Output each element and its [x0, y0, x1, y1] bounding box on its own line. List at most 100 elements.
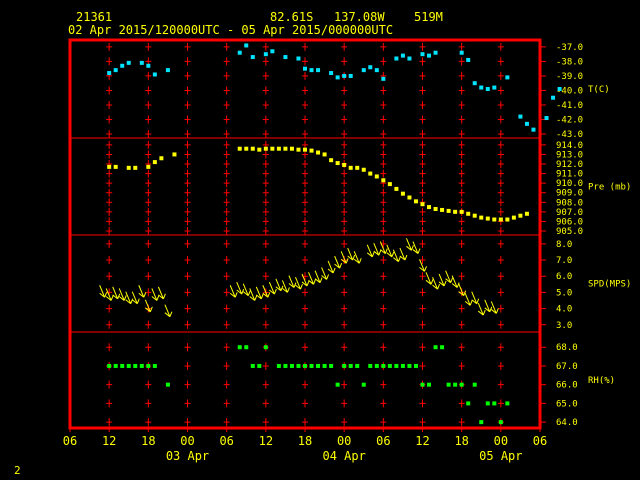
- grid-cross: [380, 288, 387, 297]
- humidity-point: [244, 345, 249, 350]
- grid-cross: [223, 304, 230, 313]
- wind-arrow: [295, 276, 303, 290]
- temperature-point: [250, 55, 255, 60]
- grid-cross: [302, 169, 308, 178]
- humidity-point: [250, 363, 255, 368]
- grid-cross: [223, 207, 230, 216]
- wind-arrow: [392, 249, 401, 263]
- grid-cross: [419, 239, 426, 248]
- pressure-point: [146, 164, 151, 169]
- pressure-point: [322, 152, 327, 157]
- y-tick-label: -37.0: [556, 43, 583, 53]
- humidity-point: [146, 363, 151, 368]
- grid-cross: [106, 380, 113, 389]
- pressure-point: [472, 213, 477, 218]
- grid-cross: [380, 188, 387, 197]
- grid-cross: [262, 42, 269, 51]
- grid-cross: [302, 57, 308, 66]
- y-tick-label: 64.0: [556, 418, 578, 428]
- humidity-point: [107, 363, 112, 368]
- grid-cross: [145, 272, 152, 281]
- grid-cross: [223, 256, 230, 265]
- grid-cross: [380, 227, 387, 235]
- wind-arrow: [151, 288, 160, 301]
- temperature-point: [120, 63, 125, 68]
- x-tick-label: 00: [337, 434, 351, 448]
- grid-cross: [458, 71, 465, 80]
- grid-cross: [458, 160, 465, 169]
- wind-arrow: [484, 299, 493, 313]
- humidity-point: [139, 363, 144, 368]
- grid-cross: [497, 42, 504, 51]
- y-tick-label: -41.0: [556, 101, 583, 111]
- panel-pressure: 914.0913.0912.0911.0910.0909.0908.0907.0…: [106, 141, 631, 237]
- grid-cross: [145, 86, 152, 95]
- grid-cross: [497, 179, 504, 188]
- grid-cross: [106, 217, 113, 226]
- grid-cross: [419, 42, 426, 51]
- wind-arrow: [464, 293, 473, 306]
- grid-cross: [419, 399, 426, 408]
- grid-cross: [419, 418, 426, 427]
- grid-cross: [145, 188, 152, 197]
- meteogram-chart: -37.0-38.0-39.0-40.0-41.0-42.0-43.0T(C)9…: [63, 38, 631, 463]
- grid-cross: [380, 130, 387, 138]
- grid-cross: [341, 343, 348, 352]
- wind-arrow: [412, 241, 421, 254]
- grid-cross: [262, 150, 269, 159]
- temperature-point: [342, 73, 347, 78]
- grid-cross: [184, 115, 191, 124]
- x-tick-label: 06: [63, 434, 77, 448]
- wind-arrow: [255, 286, 264, 300]
- x-tick-label: 12: [102, 434, 116, 448]
- pressure-point: [361, 167, 366, 172]
- grid-cross: [497, 320, 504, 329]
- wind-arrow: [314, 270, 323, 284]
- wind-arrow: [157, 286, 166, 300]
- grid-cross: [302, 239, 308, 248]
- wind-arrow: [229, 285, 238, 298]
- y-tick-label: -43.0: [556, 130, 583, 140]
- temperature-point: [492, 85, 497, 90]
- grid-cross: [341, 320, 348, 329]
- grid-cross: [106, 57, 113, 66]
- humidity-point: [276, 363, 281, 368]
- humidity-point: [309, 363, 314, 368]
- pressure-point: [498, 217, 503, 222]
- grid-cross: [106, 256, 113, 265]
- grid-cross: [262, 320, 269, 329]
- grid-cross: [223, 115, 230, 124]
- humidity-point: [368, 363, 373, 368]
- grid-cross: [184, 272, 191, 281]
- grid-cross: [497, 198, 504, 207]
- grid-cross: [184, 188, 191, 197]
- pressure-point: [387, 182, 392, 187]
- grid-cross: [145, 227, 152, 235]
- grid-cross: [419, 272, 426, 281]
- grid-cross: [497, 140, 504, 149]
- grid-cross: [380, 217, 387, 226]
- pressure-point: [257, 147, 262, 152]
- grid-cross: [145, 380, 152, 389]
- pressure-point: [303, 147, 307, 152]
- grid-cross: [302, 198, 308, 207]
- grid-cross: [458, 100, 465, 109]
- wind-arrow: [432, 276, 441, 290]
- grid-cross: [262, 179, 269, 188]
- x-tick-label: 12: [259, 434, 273, 448]
- grid-cross: [341, 239, 348, 248]
- humidity-point: [407, 363, 412, 368]
- grid-cross: [223, 150, 230, 159]
- y-tick-label: 4.0: [556, 305, 572, 315]
- wind-arrow: [438, 273, 447, 287]
- x-tick-label: 18: [454, 434, 468, 448]
- wind-arrow: [445, 270, 454, 284]
- grid-cross: [223, 160, 230, 169]
- y-tick-label: 907.0: [556, 208, 583, 218]
- y-tick-label: 912.0: [556, 160, 583, 170]
- wind-arrow: [366, 244, 375, 258]
- pressure-point: [400, 191, 405, 196]
- humidity-point: [374, 363, 379, 368]
- grid-cross: [145, 399, 152, 408]
- y-tick-label: 911.0: [556, 170, 583, 180]
